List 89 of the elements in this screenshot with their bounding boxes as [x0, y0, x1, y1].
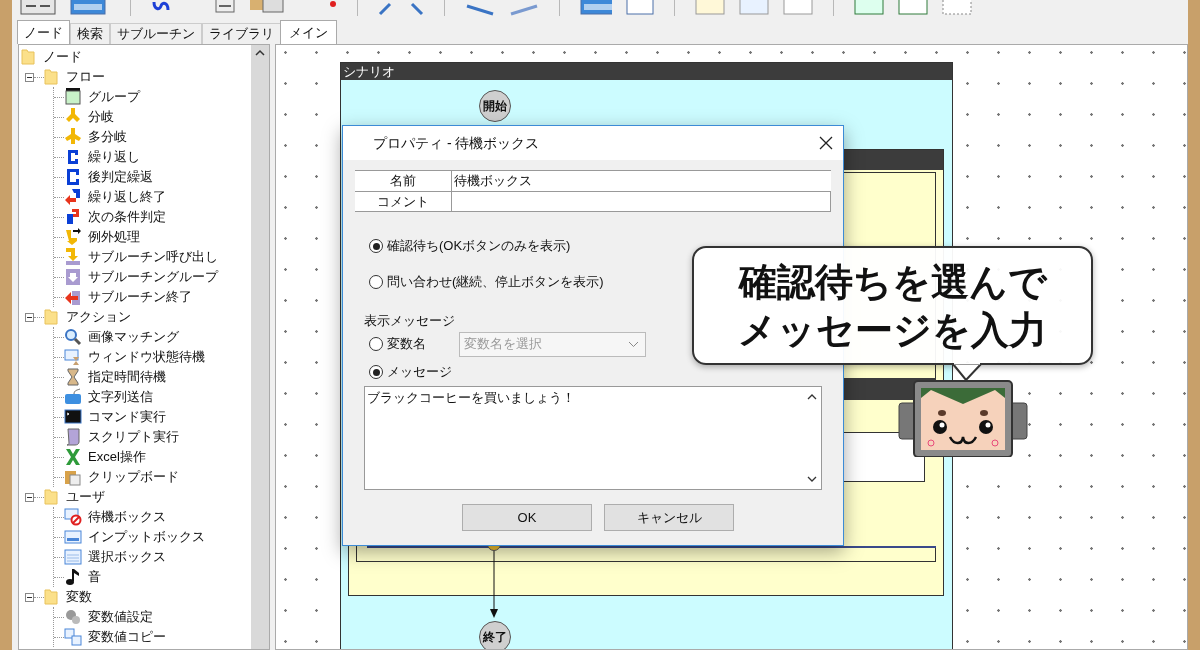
dialog-button[interactable]: キャンセル	[604, 504, 734, 531]
message-field[interactable]: ブラックコーヒーを買いましょう！	[364, 386, 822, 490]
clipboard-icon	[64, 468, 82, 486]
up-caret-icon[interactable]	[807, 393, 817, 400]
dialog-title: プロパティ - 待機ボックス	[373, 133, 541, 153]
radio-label[interactable]: メッセージ	[387, 362, 455, 382]
folder-icon	[44, 589, 58, 605]
tree-item[interactable]: 変数値コピー	[86, 627, 168, 647]
panel-tab[interactable]: ノード	[17, 20, 70, 44]
tree-item[interactable]: Excel操作	[86, 447, 148, 467]
folder-icon	[21, 49, 35, 65]
tree-item[interactable]: ユーザ	[64, 487, 107, 507]
tree-item[interactable]: 画像マッチング	[86, 327, 181, 347]
frame-title: シナリオ	[341, 63, 952, 80]
arrow-icon	[64, 228, 82, 246]
tree-item[interactable]: 変数値設定	[86, 607, 155, 627]
prohibit-icon	[64, 508, 82, 526]
hourglass-icon	[64, 368, 82, 386]
tree-item[interactable]: 分岐	[86, 107, 116, 127]
tree-item[interactable]: 多分岐	[86, 127, 129, 147]
radio-button[interactable]	[369, 239, 383, 253]
loop-end-icon	[64, 188, 82, 206]
tree-item[interactable]: 指定時間待機	[86, 367, 168, 387]
keyboard-icon	[64, 388, 82, 406]
panel-tab[interactable]: サブルーチン	[110, 23, 202, 44]
tree-item[interactable]: グループ	[86, 87, 142, 107]
table-cell[interactable]: 待機ボックス	[452, 171, 831, 191]
scrollbar[interactable]	[251, 45, 269, 649]
table-cell: コメント	[355, 192, 452, 211]
tree-item[interactable]: 待機ボックス	[86, 507, 168, 527]
music-note-icon	[64, 568, 82, 586]
scroll-icon	[64, 428, 82, 446]
section-label: 表示メッセージ	[363, 312, 456, 330]
tree-item[interactable]: 例外処理	[86, 227, 142, 247]
up-caret-icon[interactable]	[255, 49, 265, 56]
panel-tab[interactable]: 検索	[70, 23, 110, 44]
arrow-icon	[64, 288, 82, 306]
collapse-toggle-icon[interactable]	[25, 592, 34, 602]
radio-label[interactable]: 問い合わせ(継続、停止ボタンを表示)	[387, 272, 604, 292]
tree-item[interactable]: スクリプト実行	[86, 427, 181, 447]
tree-item[interactable]: 繰り返し	[86, 147, 142, 167]
tree-item[interactable]: サブルーチン終了	[86, 287, 194, 307]
tree-item[interactable]: サブルーチン呼び出し	[86, 247, 220, 267]
radio-label[interactable]: 変数名	[387, 334, 455, 354]
dialog-button[interactable]: OK	[462, 504, 592, 531]
tree-item[interactable]: 後判定繰返	[86, 167, 155, 187]
gears-icon	[64, 608, 82, 626]
tree-item[interactable]: 次の条件判定	[86, 207, 168, 227]
collapse-toggle-icon[interactable]	[25, 312, 34, 322]
magnifier-icon	[64, 328, 82, 346]
tree-item[interactable]: 音	[86, 567, 103, 587]
folder-icon	[44, 69, 58, 85]
callout-text: 確認待ちを選んで メッセージを入力	[738, 259, 1047, 353]
start-node[interactable]: 開始	[479, 90, 511, 122]
tree-item[interactable]: 選択ボックス	[86, 547, 168, 567]
radio-button[interactable]	[369, 365, 383, 379]
tree-item[interactable]: ウィンドウ状態待機	[86, 347, 207, 367]
tree-item[interactable]: インプットボックス	[86, 527, 207, 547]
radio-label[interactable]: 確認待ち(OKボタンのみを表示)	[387, 236, 571, 256]
tree-item[interactable]: クリップボード	[86, 467, 181, 487]
flow-arrow	[489, 551, 499, 619]
radio-button[interactable]	[369, 337, 383, 351]
tree-item[interactable]: ノード	[41, 47, 84, 67]
collapse-toggle-icon[interactable]	[25, 72, 34, 82]
close-icon[interactable]	[819, 136, 833, 150]
tree-item[interactable]: フロー	[64, 67, 107, 87]
end-node[interactable]: 終了	[479, 621, 511, 649]
arrow-icon	[64, 248, 82, 266]
tree-item[interactable]: 文字列送信	[86, 387, 155, 407]
tree-item[interactable]: 変数	[64, 587, 94, 607]
folder-icon	[44, 489, 58, 505]
group-icon	[64, 268, 82, 286]
tree-item[interactable]: コマンド実行	[86, 407, 168, 427]
collapse-toggle-icon[interactable]	[25, 492, 34, 502]
x-icon	[64, 448, 82, 466]
folder-icon	[44, 309, 58, 325]
tree-item[interactable]: アクション	[64, 307, 133, 327]
panel-tab[interactable]: ライブラリ	[202, 23, 281, 44]
radio-button[interactable]	[369, 275, 383, 289]
tree-item[interactable]: 繰り返し終了	[86, 187, 168, 207]
document-tab[interactable]: メイン	[280, 20, 337, 44]
chevron-down-icon[interactable]	[628, 340, 639, 348]
terminal-icon	[64, 408, 82, 426]
copy-icon	[64, 628, 82, 646]
down-caret-icon[interactable]	[807, 476, 817, 483]
branch-icon	[64, 128, 82, 146]
group-icon	[64, 88, 82, 106]
table-cell: 名前	[355, 171, 452, 191]
tree-item[interactable]: サブルーチングループ	[86, 267, 220, 287]
